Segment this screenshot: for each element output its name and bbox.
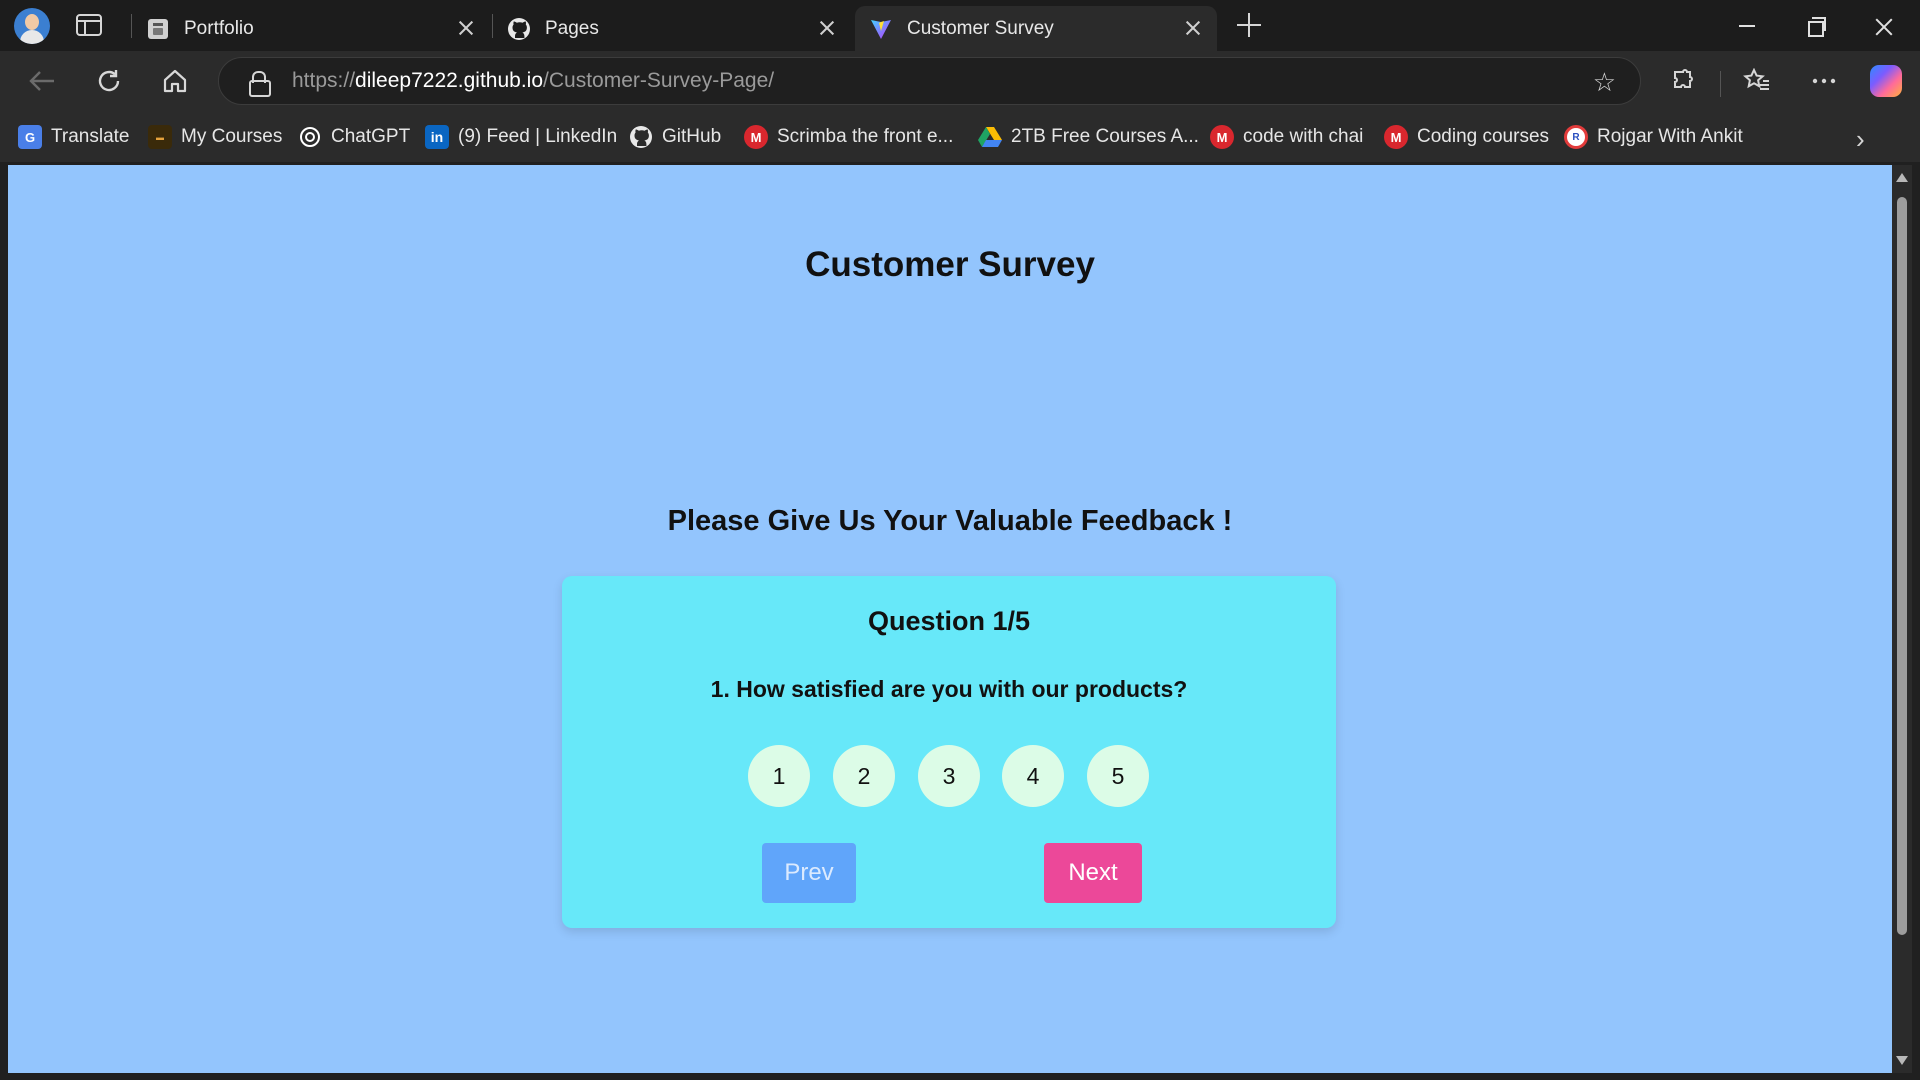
toolbar-divider [1720, 71, 1721, 97]
close-icon[interactable] [817, 18, 837, 38]
rating-button-3[interactable]: 3 [918, 745, 980, 807]
question-counter: Question 1/5 [867, 606, 1031, 636]
bookmark-translate[interactable]: G Translate [18, 123, 130, 151]
tab-actions-icon[interactable] [76, 14, 102, 36]
feedback-heading: Please Give Us Your Valuable Feedback ! [667, 505, 1233, 537]
lock-icon[interactable] [249, 71, 271, 97]
browser-toolbar: https://dileep7222.github.io/Customer-Su… [0, 51, 1920, 111]
google-drive-icon [978, 125, 1002, 149]
window-close-icon[interactable] [1868, 10, 1900, 42]
page-title: Customer Survey [805, 245, 1095, 284]
question-text: 1. How satisfied are you with our produc… [710, 676, 1188, 702]
chatgpt-icon [298, 125, 322, 149]
minimize-icon[interactable] [1731, 10, 1763, 42]
scroll-up-arrow-icon[interactable] [1896, 173, 1908, 182]
scroll-down-arrow-icon[interactable] [1896, 1056, 1908, 1065]
bookmark-scrimba[interactable]: M Scrimba the front e... [744, 123, 953, 151]
bookmarks-bar: G Translate ▬ My Courses ChatGPT in (9) … [0, 111, 1920, 162]
copilot-icon[interactable] [1870, 65, 1902, 97]
bookmark-linkedin[interactable]: in (9) Feed | LinkedIn [425, 123, 617, 151]
rating-button-5[interactable]: 5 [1087, 745, 1149, 807]
vertical-scrollbar[interactable] [1892, 165, 1912, 1073]
mega-icon: M [1210, 125, 1234, 149]
college-logo-icon: ▬ [148, 125, 172, 149]
github-icon [629, 125, 653, 149]
mega-icon: M [1384, 125, 1408, 149]
github-icon [507, 17, 531, 41]
bookmark-github[interactable]: GitHub [629, 123, 721, 151]
rating-button-1[interactable]: 1 [748, 745, 810, 807]
window-bottom-edge [0, 1073, 1920, 1080]
restore-icon[interactable] [1800, 10, 1832, 42]
reload-icon[interactable] [94, 66, 124, 96]
bookmark-coding-courses[interactable]: M Coding courses [1384, 123, 1549, 151]
tab-title: Pages [545, 17, 599, 39]
new-tab-icon[interactable] [1236, 12, 1262, 38]
prev-button[interactable]: Prev [762, 843, 856, 903]
back-arrow-icon[interactable] [27, 66, 57, 96]
bookmark-my-courses[interactable]: ▬ My Courses [148, 123, 282, 151]
rating-options: 1 2 3 4 5 [748, 745, 1158, 807]
rojgar-icon: R [1564, 125, 1588, 149]
linkedin-icon: in [425, 125, 449, 149]
bookmark-rojgar-with-ankit[interactable]: R Rojgar With Ankit [1564, 123, 1743, 151]
google-translate-icon: G [18, 125, 42, 149]
favorites-icon[interactable] [1742, 66, 1772, 96]
next-button[interactable]: Next [1044, 843, 1142, 903]
tab-title: Customer Survey [907, 17, 1054, 39]
more-options-icon[interactable] [1809, 66, 1839, 96]
bookmark-code-with-chai[interactable]: M code with chai [1210, 123, 1363, 151]
close-icon[interactable] [1183, 18, 1203, 38]
rating-button-2[interactable]: 2 [833, 745, 895, 807]
tab-title: Portfolio [184, 17, 254, 39]
tab-customer-survey[interactable]: Customer Survey [855, 6, 1217, 51]
bookmark-chatgpt[interactable]: ChatGPT [298, 123, 410, 151]
tab-strip: Portfolio Pages Customer Survey [0, 0, 1920, 51]
mega-icon: M [744, 125, 768, 149]
chevron-right-icon[interactable]: › [1856, 124, 1865, 155]
scrollbar-thumb[interactable] [1897, 197, 1907, 935]
close-icon[interactable] [456, 18, 476, 38]
tab-portfolio[interactable]: Portfolio [132, 6, 490, 51]
favorite-star-icon[interactable]: ☆ [1593, 67, 1616, 98]
url-text[interactable]: https://dileep7222.github.io/Customer-Su… [292, 69, 774, 93]
page-icon [146, 17, 170, 41]
bookmark-2tb-free-courses[interactable]: 2TB Free Courses A... [978, 123, 1199, 151]
address-bar[interactable]: https://dileep7222.github.io/Customer-Su… [218, 57, 1641, 105]
vite-icon [869, 17, 893, 41]
survey-card: Question 1/5 1. How satisfied are you wi… [562, 576, 1336, 928]
profile-avatar[interactable] [14, 8, 50, 44]
page-viewport: Customer Survey Please Give Us Your Valu… [8, 165, 1892, 1073]
tab-pages[interactable]: Pages [493, 6, 851, 51]
home-icon[interactable] [160, 66, 190, 96]
rating-button-4[interactable]: 4 [1002, 745, 1064, 807]
extensions-icon[interactable] [1668, 66, 1698, 96]
